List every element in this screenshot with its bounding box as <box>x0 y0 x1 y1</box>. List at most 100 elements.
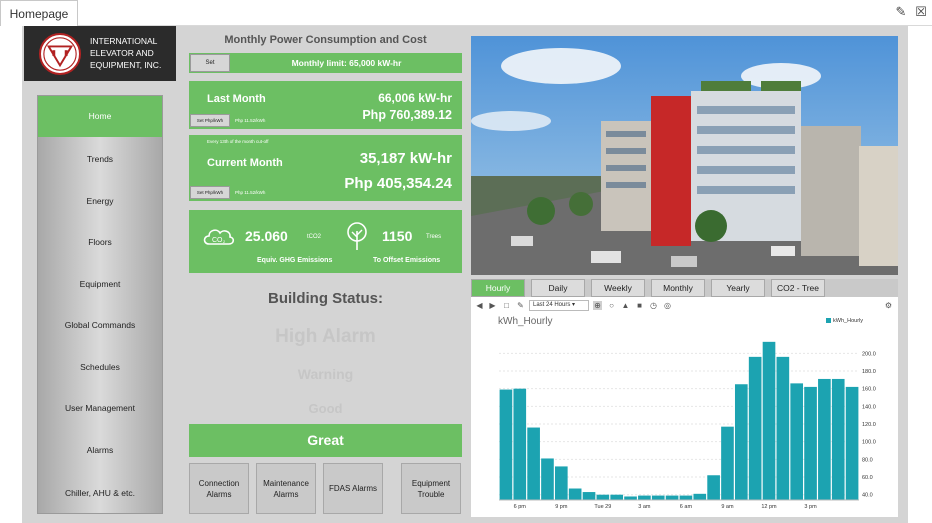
status-good: Good <box>308 401 343 416</box>
sidebar-item-home[interactable]: Home <box>38 96 162 137</box>
x-tick-label: 9 am <box>721 504 734 510</box>
y-tick-label: 140.0 <box>862 404 876 410</box>
chart-bar[interactable] <box>527 427 540 500</box>
tab-yearly[interactable]: Yearly <box>711 279 765 297</box>
chart-bar[interactable] <box>831 378 845 500</box>
chart-bar[interactable] <box>638 495 651 500</box>
tab-daily[interactable]: Daily <box>531 279 585 297</box>
set-rate-button-current[interactable]: Set Php/kWh <box>190 186 230 199</box>
cutoff-note: Every 13th of the month cut-off <box>207 139 269 144</box>
x-tick-label: 6 pm <box>514 504 527 510</box>
co2-unit: tCO2 <box>307 234 322 240</box>
chart-bar[interactable] <box>748 356 762 500</box>
y-tick-label: 40.0 <box>862 493 873 499</box>
emissions-card: CO 2 25.060 tCO2 Equiv. GHG Emissions 11… <box>189 210 462 273</box>
tab-co2-tree[interactable]: CO2 - Tree <box>771 279 825 297</box>
chart-bar[interactable] <box>762 341 776 500</box>
company-logo <box>39 33 81 75</box>
trees-unit: Trees <box>426 234 442 240</box>
chart-bar[interactable] <box>845 386 859 500</box>
sidebar-item-energy[interactable]: Energy <box>38 181 162 222</box>
chart-bar[interactable] <box>734 384 748 500</box>
tab-hourly[interactable]: Hourly <box>471 279 525 297</box>
status-great: Great <box>189 424 462 457</box>
last-month-card: Last Month 66,006 kW-hr Php 760,389.12 S… <box>189 81 462 129</box>
rate-text-current: Php 11.52/kWh <box>235 190 266 195</box>
kwh-chart: 40.0 60.0 80.0 100.0 120.0 140.0 160.0 180.0 200… <box>499 341 876 510</box>
sidebar-item-global-commands[interactable]: Global Commands <box>38 305 162 346</box>
sidebar-item-chiller-ahu[interactable]: Chiller, AHU & etc. <box>38 473 162 514</box>
connection-alarms-button[interactable]: Connection Alarms <box>189 463 249 514</box>
chart-bar[interactable] <box>610 494 624 500</box>
maintenance-alarms-button[interactable]: Maintenance Alarms <box>256 463 316 514</box>
chart-bar[interactable] <box>513 388 527 500</box>
y-tick-label: 200.0 <box>862 351 876 357</box>
chart-bar[interactable] <box>790 383 804 500</box>
y-tick-label: 80.0 <box>862 457 873 463</box>
monthly-limit-text: Monthly limit: 65,000 kW-hr <box>291 58 402 68</box>
cloud-co2-icon: CO 2 <box>201 224 235 248</box>
y-tick-label: 120.0 <box>862 422 876 428</box>
building-image <box>471 36 898 275</box>
current-month-card: Every 13th of the month cut-off Current … <box>189 135 462 201</box>
chart-bar[interactable] <box>804 386 817 500</box>
chart-panel: ◀ ▶ □ ✎ Last 24 Hours ▾ ⊕ ○ ▲ ■ ◷ ◎ ⚙ kW… <box>471 297 898 517</box>
sidebar-item-trends[interactable]: Trends <box>38 139 162 180</box>
last-month-kwh: 66,006 kW-hr <box>378 91 452 105</box>
chart-bar[interactable] <box>818 378 831 500</box>
x-tick-label: 3 pm <box>804 504 817 510</box>
sidebar-item-schedules[interactable]: Schedules <box>38 347 162 388</box>
tab-weekly[interactable]: Weekly <box>591 279 645 297</box>
equipment-trouble-button[interactable]: Equipment Trouble <box>401 463 461 514</box>
svg-text:CO: CO <box>212 237 223 244</box>
chart-bar[interactable] <box>721 426 734 500</box>
rate-text: Php 11.52/kWh <box>235 118 266 123</box>
chart-bar[interactable] <box>596 494 610 500</box>
current-month-label: Current Month <box>207 157 283 169</box>
chart-bar[interactable] <box>693 493 707 500</box>
x-tick-label: 6 am <box>680 504 693 510</box>
chart-bar[interactable] <box>707 475 720 500</box>
x-tick-label: Tue 29 <box>594 504 611 510</box>
chart-bar[interactable] <box>554 466 568 500</box>
current-month-php: Php 405,354.24 <box>344 175 452 192</box>
x-tick-label: 12 pm <box>761 504 777 510</box>
sidebar: INTERNATIONAL ELEVATOR AND EQUIPMENT, IN… <box>22 26 178 523</box>
last-month-php: Php 760,389.12 <box>362 108 452 122</box>
y-tick-label: 160.0 <box>862 387 876 393</box>
set-limit-button[interactable]: Set <box>190 54 230 72</box>
close-icon[interactable]: ☒ <box>914 5 928 19</box>
chart-bar[interactable] <box>776 356 790 500</box>
tab-bar: Homepage ✎ ☒ <box>0 0 932 26</box>
sidebar-item-equipment[interactable]: Equipment <box>38 264 162 305</box>
chart-bar[interactable] <box>541 458 554 500</box>
co2-label: Equiv. GHG Emissions <box>257 257 333 264</box>
sidebar-item-user-management[interactable]: User Management <box>38 388 162 429</box>
y-tick-label: 60.0 <box>862 475 873 481</box>
chart-bar[interactable] <box>679 495 693 500</box>
x-tick-label: 3 am <box>638 504 651 510</box>
y-tick-label: 100.0 <box>862 440 876 446</box>
tab-monthly[interactable]: Monthly <box>651 279 705 297</box>
chart-bar[interactable] <box>582 492 596 500</box>
set-rate-button[interactable]: Set Php/kWh <box>190 114 230 127</box>
sidebar-item-floors[interactable]: Floors <box>38 222 162 263</box>
chart-bar[interactable] <box>568 488 582 500</box>
trees-label: To Offset Emissions <box>373 257 441 264</box>
chart-bar[interactable] <box>624 496 637 500</box>
chart-bar[interactable] <box>651 495 665 500</box>
chart-bar[interactable] <box>665 495 679 500</box>
sidebar-nav: Home Trends Energy Floors Equipment Glob… <box>37 95 163 514</box>
company-header: INTERNATIONAL ELEVATOR AND EQUIPMENT, IN… <box>24 26 176 81</box>
power-summary-column: Monthly Power Consumption and Cost Set M… <box>189 26 462 523</box>
export-icon[interactable]: ✎ <box>894 5 908 19</box>
range-tabs: Hourly Daily Weekly Monthly Yearly CO2 -… <box>471 279 898 297</box>
sidebar-item-alarms[interactable]: Alarms <box>38 430 162 471</box>
fdas-alarms-button[interactable]: FDAS Alarms <box>323 463 383 514</box>
right-column: Hourly Daily Weekly Monthly Yearly CO2 -… <box>471 36 898 523</box>
tab-homepage[interactable]: Homepage <box>0 0 78 26</box>
chart-bar[interactable] <box>499 389 513 500</box>
last-month-label: Last Month <box>207 93 266 105</box>
building-status-title: Building Status: <box>268 290 383 307</box>
y-tick-label: 180.0 <box>862 369 876 375</box>
